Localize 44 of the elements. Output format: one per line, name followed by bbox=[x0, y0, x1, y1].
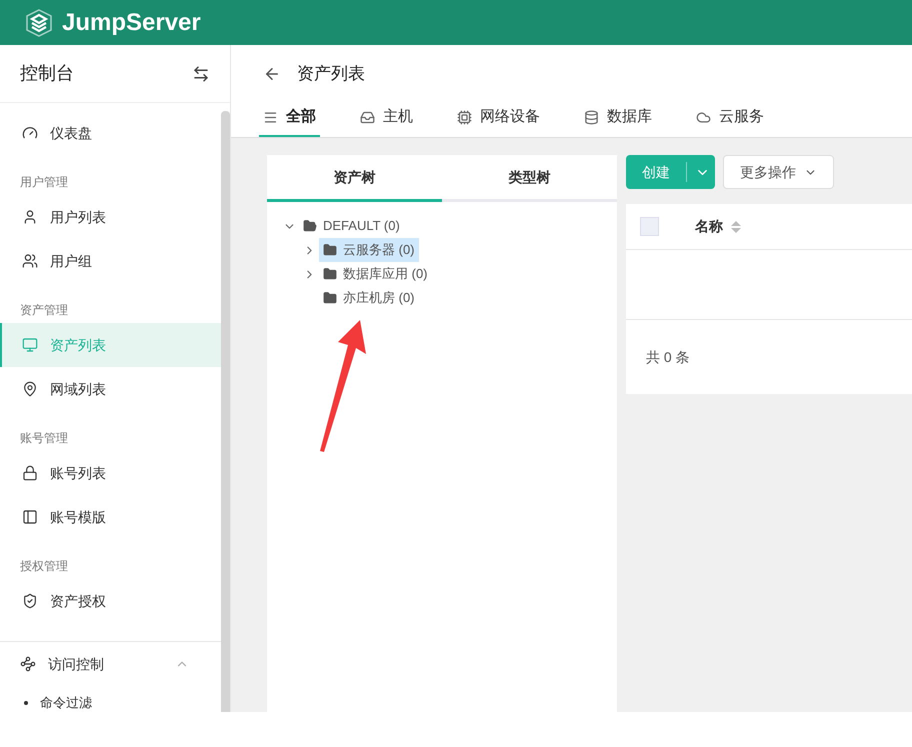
logo-icon bbox=[24, 8, 54, 38]
tab[interactable]: 主机 bbox=[356, 99, 417, 137]
folder-icon bbox=[323, 291, 337, 305]
sidebar-item[interactable]: 网域列表 bbox=[0, 367, 221, 411]
folder-icon bbox=[323, 267, 337, 281]
tab[interactable]: 云服务 bbox=[692, 99, 768, 137]
sidebar-item[interactable]: 用户列表 bbox=[0, 195, 221, 239]
sidebar-item[interactable]: 账号列表 bbox=[0, 451, 221, 495]
tab-icon bbox=[457, 110, 472, 124]
tab-icon bbox=[584, 110, 599, 124]
tab[interactable]: 全部 bbox=[259, 99, 320, 137]
tree-tab[interactable]: 类型树 bbox=[442, 155, 617, 202]
sidebar-item[interactable]: 仪表盘 bbox=[0, 111, 221, 155]
tree-node[interactable]: 云服务器 (0) bbox=[319, 238, 418, 262]
menu-group-label: 账号管理 bbox=[20, 430, 68, 447]
menu-group-label: 用户管理 bbox=[20, 174, 68, 191]
logo-text: JumpServer bbox=[62, 8, 201, 38]
sidebar-item[interactable]: 资产授权 bbox=[0, 579, 221, 623]
scrollbar[interactable] bbox=[221, 111, 230, 712]
sidebar-submenu[interactable]: 访问控制 bbox=[0, 642, 221, 686]
tab[interactable]: 数据库 bbox=[580, 99, 656, 137]
tab-icon bbox=[696, 110, 711, 124]
folder-icon bbox=[323, 243, 337, 257]
tree-tab[interactable]: 资产树 bbox=[267, 155, 442, 202]
sidebar-title: 控制台 bbox=[20, 62, 74, 85]
menu-group-label: 资产管理 bbox=[20, 302, 68, 319]
column-header[interactable]: 名称 bbox=[695, 216, 723, 237]
checkbox[interactable] bbox=[640, 217, 659, 236]
total-count: 共 0 条 bbox=[646, 348, 690, 366]
tree-node[interactable]: 数据库应用 (0) bbox=[319, 262, 432, 286]
sidebar-subitem[interactable]: 命令过滤 bbox=[0, 686, 221, 712]
sidebar-item[interactable]: 用户组 bbox=[0, 239, 221, 283]
tab-icon bbox=[263, 110, 278, 124]
page-title: 资产列表 bbox=[297, 63, 365, 85]
switch-icon[interactable] bbox=[192, 64, 210, 82]
tab[interactable]: 网络设备 bbox=[453, 99, 544, 137]
menu-group-label: 授权管理 bbox=[20, 558, 68, 575]
tree-node[interactable]: 亦庄机房 (0) bbox=[319, 286, 418, 310]
tab-icon bbox=[360, 110, 375, 124]
sidebar-item[interactable]: 账号模版 bbox=[0, 495, 221, 539]
tree-node[interactable]: DEFAULT (0) bbox=[299, 214, 404, 238]
bullet-icon bbox=[24, 701, 28, 705]
more-actions-dropdown[interactable]: 更多操作 bbox=[723, 155, 834, 189]
folder-icon bbox=[303, 219, 317, 233]
